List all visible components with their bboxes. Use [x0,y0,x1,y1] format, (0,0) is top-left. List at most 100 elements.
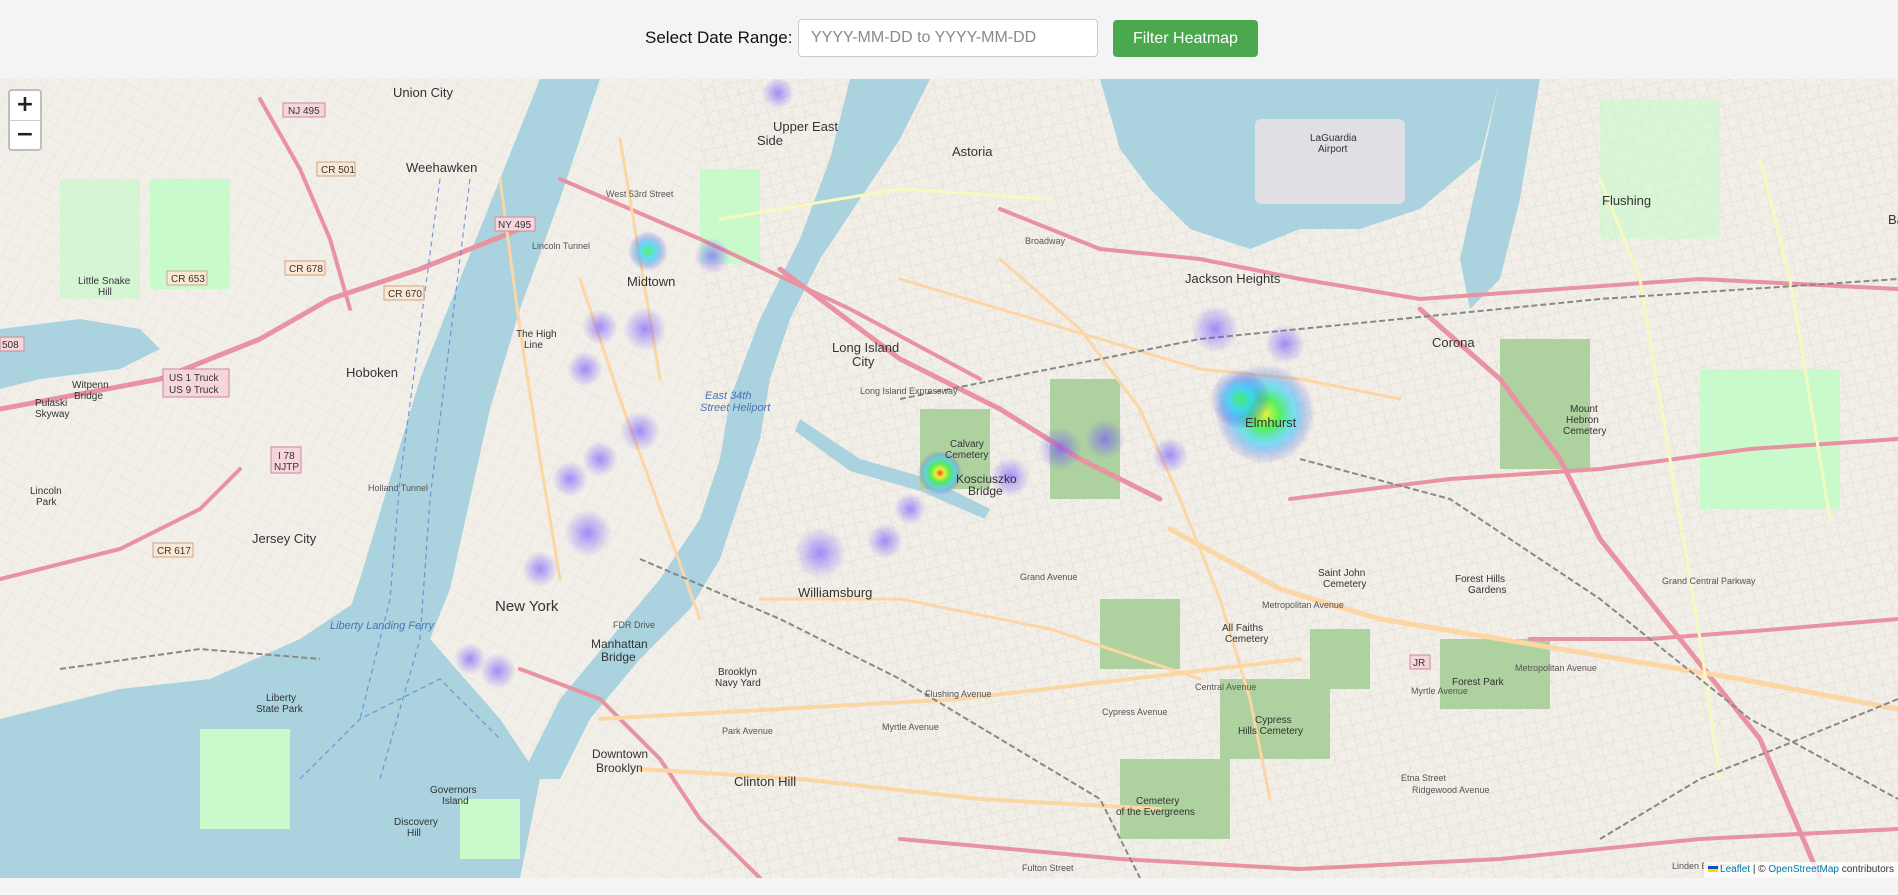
svg-text:Flushing Avenue: Flushing Avenue [925,689,991,699]
svg-text:NJTP: NJTP [274,462,299,473]
label-upper-east-side: Upper East [773,119,838,134]
svg-text:East 34th: East 34th [705,390,751,402]
label-high-line: The High [516,329,557,340]
svg-text:Grand Avenue: Grand Avenue [1020,572,1077,582]
svg-text:Hill: Hill [407,828,421,839]
svg-text:Skyway: Skyway [35,409,69,420]
svg-text:Liberty: Liberty [266,693,296,704]
leaflet-link[interactable]: Leaflet [1720,864,1750,875]
svg-text:Myrtle Avenue: Myrtle Avenue [882,722,939,732]
svg-text:CR 678: CR 678 [289,264,323,275]
svg-text:Central Avenue: Central Avenue [1195,682,1256,692]
svg-text:Myrtle Avenue: Myrtle Avenue [1411,686,1468,696]
label-elmhurst: Elmhurst [1245,415,1297,430]
svg-text:Cypress Avenue: Cypress Avenue [1102,707,1167,717]
label-union-city: Union City [393,85,453,100]
svg-text:All Faiths: All Faiths [1222,623,1263,634]
svg-text:Bridge: Bridge [601,650,636,664]
svg-text:West 53rd Street: West 53rd Street [606,189,674,199]
svg-text:Discovery: Discovery [394,817,438,828]
filter-heatmap-button[interactable]: Filter Heatmap [1113,20,1258,57]
svg-text:Liberty Landing Ferry: Liberty Landing Ferry [330,620,435,632]
svg-text:Holland Tunnel: Holland Tunnel [368,483,428,493]
svg-text:State Park: State Park [256,704,304,715]
svg-text:Island: Island [442,796,469,807]
svg-text:Etna Street: Etna Street [1401,773,1447,783]
zoom-control: + − [8,89,42,151]
label-astoria: Astoria [952,144,993,159]
svg-text:Fulton Street: Fulton Street [1022,863,1074,873]
svg-text:508: 508 [2,340,19,351]
svg-text:FDR Drive: FDR Drive [613,620,655,630]
svg-text:Cemetery: Cemetery [1225,634,1268,645]
svg-text:CR 653: CR 653 [171,274,205,285]
svg-text:CR 501: CR 501 [321,165,355,176]
svg-text:Park Avenue: Park Avenue [722,726,773,736]
svg-text:Hills Cemetery: Hills Cemetery [1238,726,1303,737]
svg-text:Side: Side [757,133,783,148]
svg-text:Pulaski: Pulaski [35,398,67,409]
svg-text:Forest Hills: Forest Hills [1455,574,1505,585]
svg-text:Metropolitan Avenue: Metropolitan Avenue [1262,600,1344,610]
label-midtown: Midtown [627,274,675,289]
label-weehawken: Weehawken [406,160,477,175]
svg-text:NY 495: NY 495 [498,220,532,231]
svg-text:Line: Line [524,340,543,351]
svg-text:Long Island Expressway: Long Island Expressway [860,386,958,396]
svg-text:Lincoln: Lincoln [30,486,62,497]
label-long-island-city: Long Island [832,340,899,355]
map-tiles: Union City Weehawken Hoboken Jersey City… [0,79,1898,878]
label-jersey-city: Jersey City [252,531,317,546]
svg-text:Park: Park [36,497,58,508]
svg-text:Bridge: Bridge [968,484,1003,498]
label-bay: Bay [1888,212,1898,227]
label-manhattan-bridge: Manhattan [591,637,648,651]
date-range-input[interactable] [798,19,1098,57]
svg-text:Cemetery: Cemetery [1323,579,1366,590]
svg-text:Airport: Airport [1318,144,1348,155]
svg-text:Witpenn: Witpenn [72,380,109,391]
date-range-label: Select Date Range: [645,28,793,47]
svg-text:Navy Yard: Navy Yard [715,678,761,689]
svg-text:Bridge: Bridge [74,391,103,402]
svg-text:Saint John: Saint John [1318,568,1365,579]
svg-text:NJ 495: NJ 495 [288,106,320,117]
svg-text:Brooklyn: Brooklyn [718,667,757,678]
svg-text:Cemetery: Cemetery [1136,796,1179,807]
label-downtown-brooklyn: Downtown [592,747,648,761]
svg-text:Brooklyn: Brooklyn [596,761,643,775]
svg-text:Cemetery: Cemetery [945,450,988,461]
svg-text:Cypress: Cypress [1255,715,1292,726]
svg-text:Hill: Hill [98,287,112,298]
openstreetmap-link[interactable]: OpenStreetMap [1768,864,1839,875]
svg-text:City: City [852,354,875,369]
svg-text:Calvary: Calvary [950,439,984,450]
svg-text:Metropolitan Avenue: Metropolitan Avenue [1515,663,1597,673]
label-flushing: Flushing [1602,193,1651,208]
label-williamsburg: Williamsburg [798,585,872,600]
map-canvas[interactable]: Union City Weehawken Hoboken Jersey City… [0,79,1898,878]
label-clinton-hill: Clinton Hill [734,774,796,789]
page-footer-strip [0,878,1898,895]
zoom-out-button[interactable]: − [10,121,40,150]
svg-text:of the Evergreens: of the Evergreens [1116,807,1195,818]
svg-text:Mount: Mount [1570,404,1598,415]
svg-text:I 78: I 78 [278,451,295,462]
label-corona: Corona [1432,335,1475,350]
zoom-in-button[interactable]: + [10,91,40,121]
label-jackson-heights: Jackson Heights [1185,271,1281,286]
svg-text:Street Heliport: Street Heliport [700,402,771,414]
svg-text:JR: JR [1413,658,1425,669]
svg-text:Ridgewood Avenue: Ridgewood Avenue [1412,785,1489,795]
svg-text:Cemetery: Cemetery [1563,426,1606,437]
label-new-york: New York [495,598,559,615]
svg-text:CR 670: CR 670 [388,289,422,300]
svg-text:CR 617: CR 617 [157,546,191,557]
svg-text:Lincoln Tunnel: Lincoln Tunnel [532,241,590,251]
svg-text:US 1 Truck: US 1 Truck [169,373,219,384]
svg-text:LaGuardia: LaGuardia [1310,133,1357,144]
svg-text:US 9 Truck: US 9 Truck [169,385,219,396]
svg-text:Hebron: Hebron [1566,415,1599,426]
ukraine-flag-icon [1708,866,1719,873]
svg-text:Broadway: Broadway [1025,236,1066,246]
